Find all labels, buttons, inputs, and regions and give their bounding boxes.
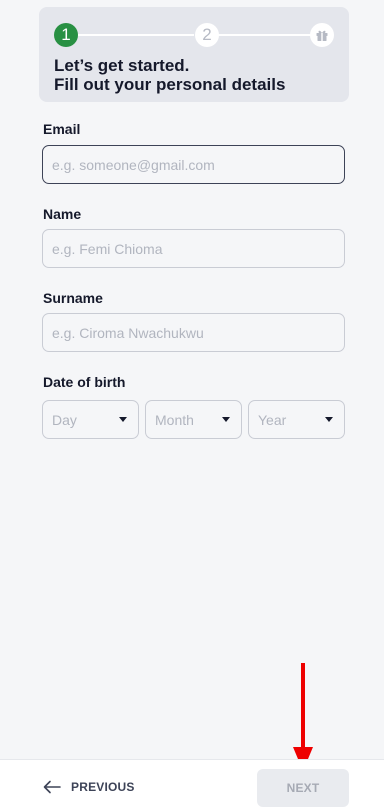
year-select[interactable]: Year: [248, 400, 345, 439]
year-select-value: Year: [258, 411, 287, 428]
day-select[interactable]: Day: [42, 400, 139, 439]
step-3-indicator: [310, 23, 334, 47]
email-field[interactable]: [42, 145, 345, 184]
arrow-left-icon: [43, 780, 61, 794]
step-2-indicator: 2: [195, 23, 219, 47]
page-title: Let’s get started. Fill out your persona…: [54, 56, 344, 94]
dob-selects: Day Month Year: [42, 400, 345, 439]
gift-icon: [316, 30, 328, 41]
caret-down-icon: [119, 417, 127, 422]
footer-bar: PREVIOUS NEXT: [0, 759, 384, 809]
dob-label: Date of birth: [43, 374, 126, 390]
step-connector: [76, 34, 194, 36]
caret-down-icon: [325, 417, 333, 422]
caret-down-icon: [222, 417, 230, 422]
signup-page: 1 2 Let’s get started. Fill out your per…: [0, 0, 384, 809]
surname-label: Surname: [43, 290, 103, 306]
previous-button[interactable]: PREVIOUS: [43, 777, 135, 797]
stepper-card: 1 2 Let’s get started. Fill out your per…: [39, 7, 349, 102]
surname-field[interactable]: [42, 313, 345, 352]
name-field[interactable]: [42, 229, 345, 268]
title-line-2: Fill out your personal details: [54, 75, 286, 94]
red-down-arrow-icon: [293, 663, 313, 771]
name-label: Name: [43, 206, 82, 222]
progress-stepper: 1 2: [54, 23, 334, 47]
title-line-1: Let’s get started.: [54, 56, 190, 75]
next-button[interactable]: NEXT: [257, 769, 349, 807]
step-1-indicator: 1: [54, 23, 78, 47]
email-label: Email: [43, 121, 81, 137]
day-select-value: Day: [52, 411, 77, 428]
month-select[interactable]: Month: [145, 400, 242, 439]
previous-button-label: PREVIOUS: [71, 780, 135, 794]
step-connector: [216, 34, 320, 36]
month-select-value: Month: [155, 411, 194, 428]
